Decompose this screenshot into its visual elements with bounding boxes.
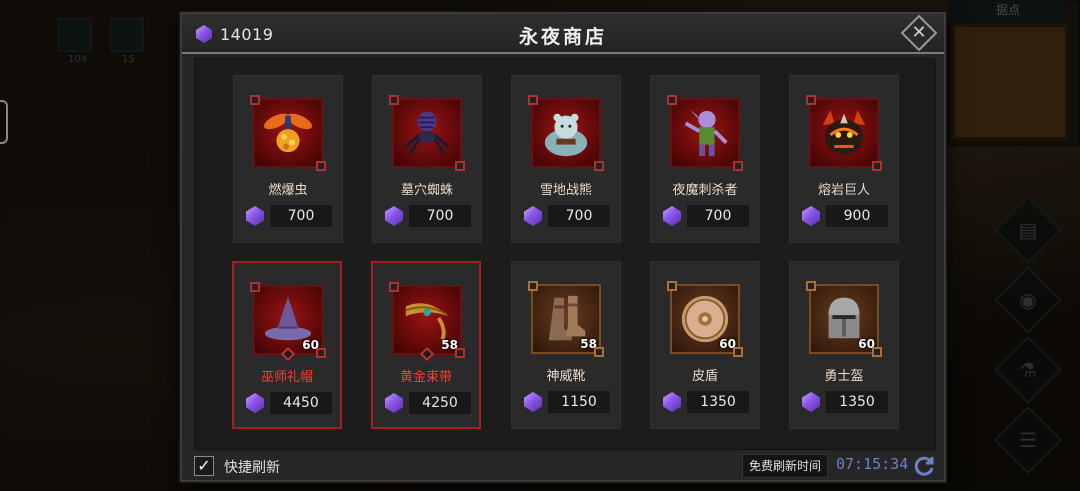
item-price: 700 — [663, 204, 749, 228]
close-icon[interactable]: ✕ — [910, 20, 928, 46]
tomb-spider-icon — [400, 106, 454, 160]
item-price: 1350 — [802, 390, 888, 414]
item-icon-frame — [528, 95, 604, 171]
price-value: 900 — [826, 205, 888, 227]
item-price: 700 — [524, 204, 610, 228]
refresh-icon[interactable] — [912, 454, 936, 478]
item-name: 雪地战熊 — [539, 183, 592, 198]
shop-item-card[interactable]: 燃爆虫 700 — [233, 75, 343, 243]
quick-refresh-label[interactable]: 快捷刷新 — [224, 457, 280, 477]
price-value: 1150 — [548, 391, 610, 413]
item-level: 60 — [858, 337, 875, 351]
lava-giant-icon — [817, 106, 871, 160]
purple-gem-icon — [246, 393, 264, 413]
fire-bug-icon — [261, 106, 315, 160]
price-value: 1350 — [826, 391, 888, 413]
item-name: 神威靴 — [546, 369, 586, 384]
night-assassin-icon — [678, 106, 732, 160]
item-name: 燃爆虫 — [268, 183, 308, 198]
item-icon-frame — [250, 95, 326, 171]
item-icon-frame — [806, 95, 882, 171]
purple-gem-icon — [385, 206, 403, 226]
item-icon-frame: 60 — [667, 281, 743, 357]
item-name: 勇士盔 — [824, 369, 864, 384]
shop-item-card[interactable]: 60 巫师礼帽 4450 — [232, 261, 342, 429]
refresh-timer: 07:15:34 — [836, 455, 909, 473]
item-price: 900 — [802, 204, 888, 228]
shop-panel: 14019 永夜商店 ✕ 燃爆虫 700 墓穴蜘蛛 700 雪地战熊 700 夜… — [180, 12, 946, 482]
item-icon-frame: 60 — [806, 281, 882, 357]
shop-header: 14019 永夜商店 ✕ — [182, 14, 944, 54]
purple-gem-icon — [246, 206, 264, 226]
shop-item-card[interactable]: 60 勇士盔 1350 — [789, 261, 899, 429]
purple-gem-icon — [663, 392, 681, 412]
item-level: 60 — [719, 337, 736, 351]
free-refresh-label: 免费刷新时间 — [742, 454, 829, 478]
shop-item-card[interactable]: 熔岩巨人 900 — [789, 75, 899, 243]
item-grid: 燃爆虫 700 墓穴蜘蛛 700 雪地战熊 700 夜魔刺杀者 700 熔岩巨人… — [194, 58, 936, 450]
shop-title: 永夜商店 — [518, 26, 607, 48]
purple-gem-icon — [524, 392, 542, 412]
purple-gem-icon — [802, 392, 820, 412]
left-edge-tab[interactable] — [0, 100, 8, 144]
item-level: 58 — [441, 338, 458, 352]
shop-item-card[interactable]: 墓穴蜘蛛 700 — [372, 75, 482, 243]
item-icon-frame: 58 — [389, 282, 465, 358]
item-level: 60 — [302, 338, 319, 352]
purple-gem-icon — [524, 206, 542, 226]
item-price: 700 — [385, 204, 471, 228]
item-price: 4450 — [246, 391, 332, 415]
purple-gem-icon — [802, 206, 820, 226]
item-icon-frame: 58 — [528, 281, 604, 357]
price-value: 4450 — [270, 392, 332, 414]
item-name: 墓穴蜘蛛 — [400, 183, 453, 198]
item-icon-frame — [667, 95, 743, 171]
item-name: 黄金束带 — [399, 370, 452, 385]
price-value: 700 — [409, 205, 471, 227]
item-level: 58 — [580, 337, 597, 351]
price-value: 700 — [270, 205, 332, 227]
shop-item-card[interactable]: 58 黄金束带 4250 — [371, 261, 481, 429]
purple-gem-icon — [663, 206, 681, 226]
price-value: 1350 — [687, 391, 749, 413]
shop-item-card[interactable]: 雪地战熊 700 — [511, 75, 621, 243]
item-name: 皮盾 — [691, 369, 718, 384]
item-icon-frame: 60 — [250, 282, 326, 358]
item-name: 巫师礼帽 — [260, 370, 313, 385]
shop-footer: ✓ 快捷刷新 免费刷新时间 07:15:34 — [194, 454, 936, 478]
item-price: 1150 — [524, 390, 610, 414]
quick-refresh-checkbox[interactable]: ✓ — [194, 456, 214, 476]
snow-bear-icon — [539, 106, 593, 160]
item-name: 夜魔刺杀者 — [672, 183, 738, 198]
item-name: 熔岩巨人 — [817, 183, 870, 198]
price-value: 700 — [687, 205, 749, 227]
shop-item-card[interactable]: 58 神威靴 1150 — [511, 261, 621, 429]
purple-gem-icon — [385, 393, 403, 413]
price-value: 700 — [548, 205, 610, 227]
shop-item-card[interactable]: 夜魔刺杀者 700 — [650, 75, 760, 243]
price-value: 4250 — [409, 392, 471, 414]
shop-item-card[interactable]: 60 皮盾 1350 — [650, 261, 760, 429]
item-icon-frame — [389, 95, 465, 171]
item-price: 1350 — [663, 390, 749, 414]
item-price: 700 — [246, 204, 332, 228]
item-price: 4250 — [385, 391, 471, 415]
